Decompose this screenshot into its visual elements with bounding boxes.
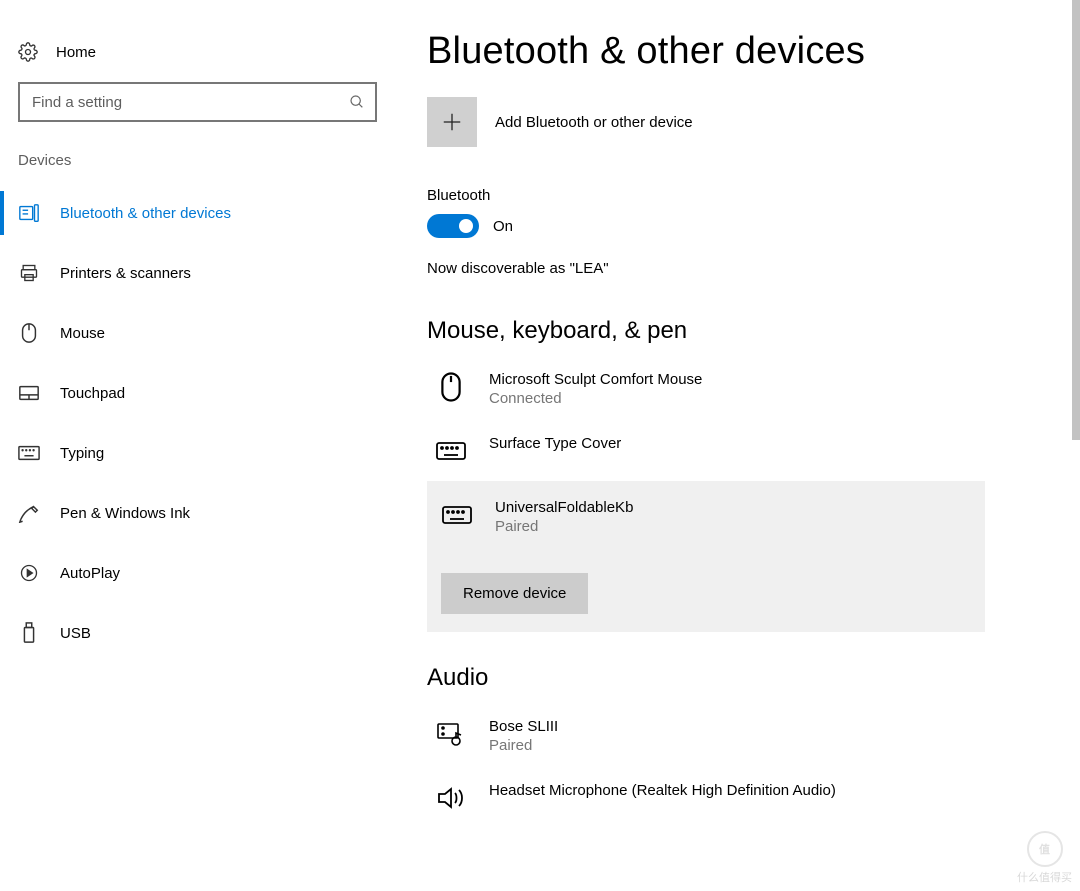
add-device-label: Add Bluetooth or other device: [495, 114, 693, 131]
add-device-button[interactable]: Add Bluetooth or other device: [427, 97, 1040, 147]
scrollbar[interactable]: [1072, 0, 1080, 440]
mouse-icon: [18, 322, 40, 344]
bluetooth-label: Bluetooth: [427, 187, 1040, 204]
mouse-icon: [435, 371, 467, 403]
sidebar-item-label: AutoPlay: [60, 565, 120, 582]
sidebar-item-mouse[interactable]: Mouse: [0, 303, 395, 363]
sidebar-item-label: Touchpad: [60, 385, 125, 402]
sidebar-item-bluetooth[interactable]: Bluetooth & other devices: [0, 183, 395, 243]
usb-icon: [18, 622, 40, 644]
device-status: Paired: [495, 518, 633, 535]
device-item-selected[interactable]: UniversalFoldableKb Paired Remove device: [427, 481, 985, 632]
sidebar-section-title: Devices: [0, 144, 395, 183]
keyboard-icon: [18, 445, 40, 461]
home-label: Home: [56, 44, 96, 61]
group-title-input: Mouse, keyboard, & pen: [427, 317, 1040, 345]
device-name: Microsoft Sculpt Comfort Mouse: [489, 371, 702, 388]
sidebar-item-label: Mouse: [60, 325, 105, 342]
sidebar-item-autoplay[interactable]: AutoPlay: [0, 543, 395, 603]
printer-icon: [18, 263, 40, 283]
device-name: Headset Microphone (Realtek High Definit…: [489, 782, 836, 799]
watermark: 值 什么值得买: [1017, 831, 1072, 885]
device-item[interactable]: Headset Microphone (Realtek High Definit…: [427, 768, 1040, 828]
sidebar-item-label: Pen & Windows Ink: [60, 505, 190, 522]
remove-device-button[interactable]: Remove device: [441, 573, 588, 614]
keyboard-icon: [441, 499, 473, 531]
sidebar-item-label: USB: [60, 625, 91, 642]
touchpad-icon: [18, 384, 40, 402]
page-title: Bluetooth & other devices: [427, 30, 1040, 73]
sidebar-item-typing[interactable]: Typing: [0, 423, 395, 483]
sidebar-item-label: Bluetooth & other devices: [60, 205, 231, 222]
search-icon: [349, 94, 365, 110]
device-name: Bose SLIII: [489, 718, 558, 735]
home-button[interactable]: Home: [0, 32, 395, 72]
speaker-icon: [435, 782, 467, 814]
plus-icon: [427, 97, 477, 147]
device-status: Connected: [489, 390, 702, 407]
bluetooth-toggle[interactable]: [427, 214, 479, 238]
sidebar-item-label: Printers & scanners: [60, 265, 191, 282]
gear-icon: [18, 42, 38, 62]
main-content: Bluetooth & other devices Add Bluetooth …: [395, 0, 1080, 891]
device-item[interactable]: Microsoft Sculpt Comfort Mouse Connected: [427, 357, 1040, 421]
bluetooth-state: On: [493, 218, 513, 235]
autoplay-icon: [18, 563, 40, 583]
search-input[interactable]: [18, 82, 377, 122]
sidebar: Home Devices Bluetooth & other device: [0, 0, 395, 891]
sidebar-item-pen[interactable]: Pen & Windows Ink: [0, 483, 395, 543]
sidebar-item-usb[interactable]: USB: [0, 603, 395, 663]
discoverable-text: Now discoverable as "LEA": [427, 260, 1040, 277]
sidebar-item-printers[interactable]: Printers & scanners: [0, 243, 395, 303]
keyboard-icon: [435, 435, 467, 467]
device-name: Surface Type Cover: [489, 435, 621, 452]
device-item[interactable]: Surface Type Cover: [427, 421, 1040, 481]
device-item[interactable]: Bose SLIII Paired: [427, 704, 1040, 768]
search-field[interactable]: [32, 94, 349, 111]
sidebar-item-touchpad[interactable]: Touchpad: [0, 363, 395, 423]
sidebar-item-label: Typing: [60, 445, 104, 462]
bluetooth-devices-icon: [18, 202, 40, 224]
device-name: UniversalFoldableKb: [495, 499, 633, 516]
device-status: Paired: [489, 737, 558, 754]
audio-device-icon: [435, 718, 467, 750]
pen-icon: [18, 503, 40, 523]
group-title-audio: Audio: [427, 664, 1040, 692]
